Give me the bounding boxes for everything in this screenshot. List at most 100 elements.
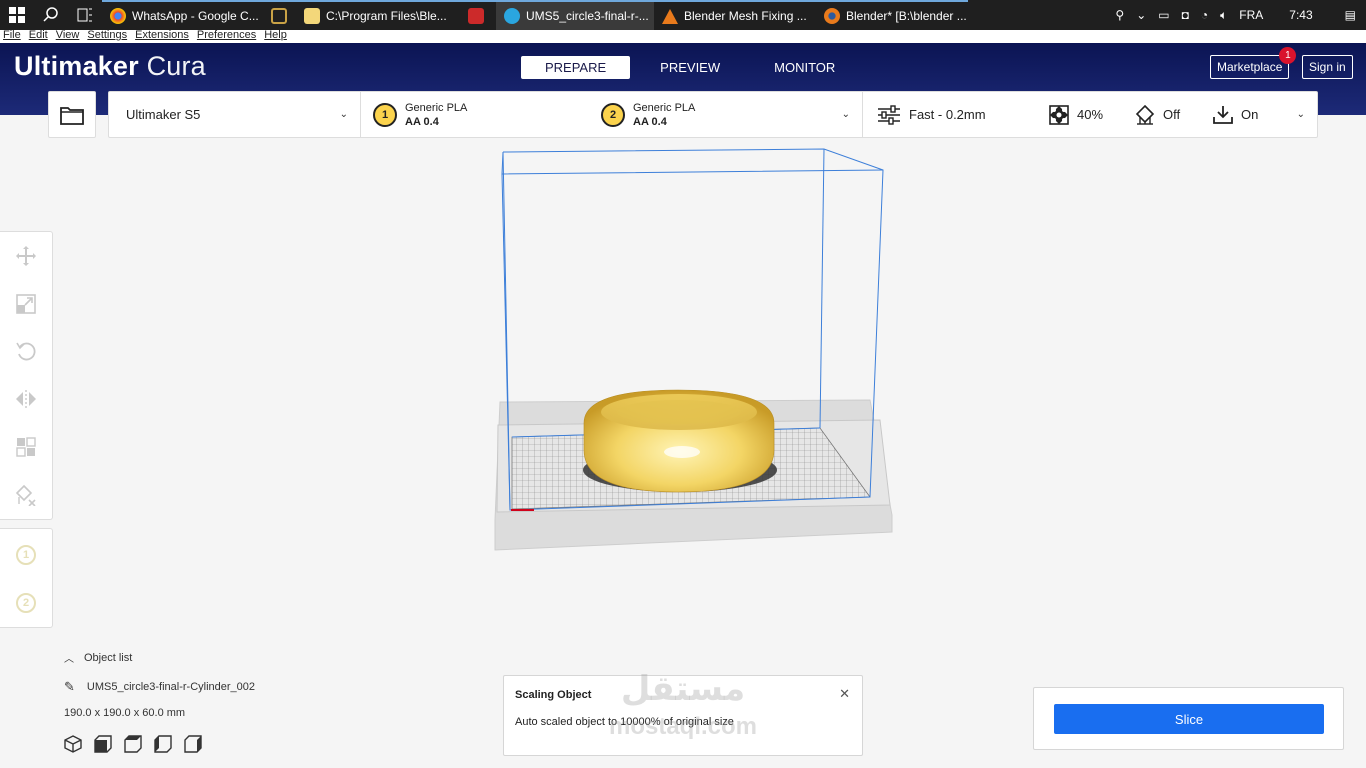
chevron-up-icon[interactable]: ⌄ [1136,8,1146,22]
marketplace-label: Marketplace [1217,60,1283,74]
tab-prepare[interactable]: PREPARE [521,56,631,79]
extruder-1[interactable]: 1 Generic PLA AA 0.4 [373,101,467,129]
object-name: UMS5_circle3-final-r-Cylinder_002 [86,681,256,693]
extruder-2[interactable]: 2 Generic PLA AA 0.4 [601,101,695,129]
scale-icon [16,294,36,314]
language-indicator[interactable]: FRA [1239,8,1263,22]
extruder-assign-panel: 1 2 [0,528,53,628]
adhesion-value: On [1241,107,1259,122]
extruder-2-info: Generic PLA AA 0.4 [633,101,695,129]
people-icon[interactable]: ⚲ [1115,8,1124,22]
folder-icon [304,8,320,24]
printer-selector[interactable]: Ultimaker S5 ⌄ [109,92,361,137]
app-logo: Ultimaker Cura [14,51,206,82]
infill-value: 40% [1077,107,1104,122]
menu-file[interactable]: File [3,30,21,43]
system-tray: ⚲ ⌄ ▭ ◘ ◔ 🔈︎ FRA 7:43 ▤ [1115,0,1366,30]
menu-extensions[interactable]: Extensions [135,30,189,43]
per-model-settings-tool[interactable] [14,435,38,459]
support-icon [1135,104,1155,125]
right-view-icon[interactable] [184,735,202,753]
taskbar-app-blender[interactable]: Blender* [B:\blender ... [816,0,968,30]
taskbar-app-label: WhatsApp - Google C... [132,9,259,23]
move-icon [16,246,36,266]
mirror-icon [16,390,36,408]
taskbar-app-vlc[interactable]: Blender Mesh Fixing ... [654,0,816,30]
windows-icon [9,7,25,23]
open-file-button[interactable] [48,91,96,138]
menu-bar: File Edit View Settings Extensions Prefe… [0,30,1366,43]
taskbar-app-label: Blender Mesh Fixing ... [684,9,807,23]
taskbar-app-whatsapp[interactable]: WhatsApp - Google C... [102,0,262,30]
extruder-1-number: 1 [22,549,30,561]
sign-in-label: Sign in [1309,60,1346,74]
tab-preview[interactable]: PREVIEW [636,56,744,79]
menu-view[interactable]: View [56,30,80,43]
slice-button[interactable]: Slice [1054,704,1324,734]
extruder-1-info: Generic PLA AA 0.4 [405,101,467,129]
print-settings-selector[interactable]: Fast - 0.2mm 40% Off On ⌄ [863,92,1317,137]
cura-icon [504,8,520,24]
menu-help[interactable]: Help [264,30,287,43]
object-name-row[interactable]: ✎ UMS5_circle3-final-r-Cylinder_002 [64,679,255,695]
menu-settings[interactable]: Settings [87,30,127,43]
task-view-icon [77,8,92,22]
assign-extruder-1-button[interactable]: 1 [16,545,36,565]
taskbar-app-cura[interactable]: UMS5_circle3-final-r-... [496,0,654,30]
front-view-icon[interactable] [94,735,112,753]
windows-taskbar: WhatsApp - Google C... C:\Program Files\… [0,0,1366,30]
3d-viewport[interactable] [480,140,910,560]
logo-product: Cura [146,51,206,81]
logo-brand: Ultimaker [14,51,139,81]
3d-view-icon[interactable] [64,735,82,753]
support-blocker-tool[interactable] [14,483,38,507]
taskbar-app-label: C:\Program Files\Ble... [326,9,447,23]
profile-label: Fast - 0.2mm [909,107,986,122]
security-icon[interactable]: ◘ [1182,8,1189,22]
left-view-icon[interactable] [154,735,172,753]
menu-edit[interactable]: Edit [29,30,48,43]
rotate-tool[interactable] [14,339,38,363]
adhesion-icon [1213,105,1233,124]
pencil-icon: ✎ [64,679,75,694]
support-value: Off [1163,107,1181,122]
task-view-button[interactable] [68,0,102,30]
chrome-icon [110,8,126,24]
app-icon [271,8,287,24]
taskbar-app-tool[interactable] [262,0,296,30]
clock[interactable]: 7:43 [1289,8,1312,22]
extruder-1-nozzle: AA 0.4 [405,115,439,128]
message-body: Auto scaled object to 10000% of original… [515,716,734,728]
printer-name: Ultimaker S5 [126,107,201,122]
taskbar-app-label: UMS5_circle3-final-r-... [526,9,649,23]
wifi-icon[interactable]: ◔ [1201,8,1208,22]
taskbar-app-acrobat[interactable] [456,0,496,30]
support-blocker-icon [15,484,36,506]
move-tool[interactable] [14,244,38,268]
message-title: Scaling Object [515,689,592,701]
blender-icon [824,8,840,24]
start-button[interactable] [0,0,34,30]
taskbar-app-label: Blender* [B:\blender ... [846,9,967,23]
scale-tool[interactable] [14,292,38,316]
taskbar-app-explorer[interactable]: C:\Program Files\Ble... [296,0,456,30]
assign-extruder-2-button[interactable]: 2 [16,593,36,613]
object-list-toggle[interactable]: ︿ Object list [64,650,255,666]
rotate-icon [16,342,36,361]
tab-monitor[interactable]: MONITOR [750,56,859,79]
vlc-icon [662,8,678,24]
notification-badge: 1 [1279,47,1297,64]
close-icon[interactable]: ✕ [839,686,850,702]
volume-icon[interactable]: 🔈︎ [1220,8,1227,23]
extruder-selector[interactable]: 1 Generic PLA AA 0.4 2 Generic PLA AA 0.… [361,92,863,137]
network-icon[interactable]: ▭ [1158,8,1169,22]
mirror-tool[interactable] [14,387,38,411]
marketplace-button[interactable]: Marketplace 1 [1210,47,1297,79]
sign-in-button[interactable]: Sign in [1302,55,1353,79]
top-view-icon[interactable] [124,735,142,753]
notification-icon[interactable]: ▤ [1345,8,1356,22]
search-button[interactable] [34,0,68,30]
model-torus[interactable] [583,389,775,493]
menu-preferences[interactable]: Preferences [197,30,256,43]
extruder-1-material: Generic PLA [405,101,468,114]
